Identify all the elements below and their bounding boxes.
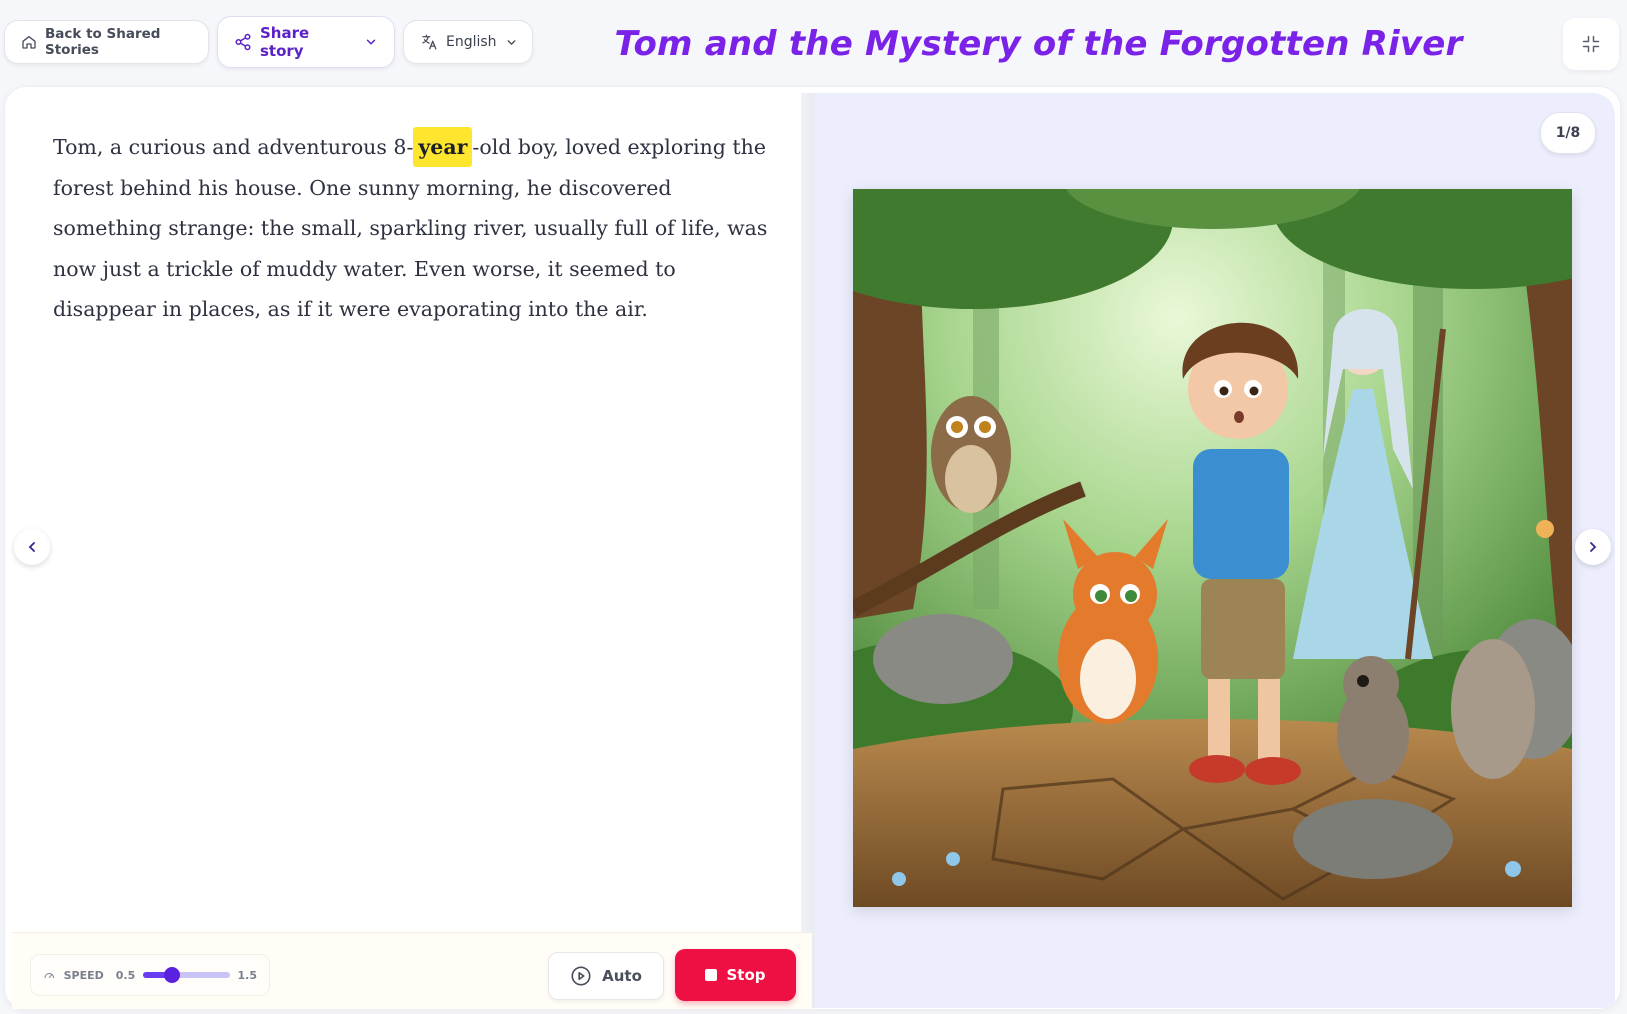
language-label: English (446, 34, 497, 50)
speed-control: SPEED 0.5 1.5 (30, 954, 270, 996)
auto-play-button[interactable]: Auto (548, 952, 664, 1000)
home-icon (22, 36, 36, 49)
chevron-down-icon (366, 39, 376, 45)
speed-label: SPEED (63, 968, 104, 982)
story-text: Tom, a curious and adventurous 8- year -ol… (53, 127, 777, 330)
auto-label: Auto (602, 967, 642, 985)
text-page: Tom, a curious and adventurous 8- year -ol… (5, 87, 805, 1009)
language-select[interactable]: English (403, 20, 533, 64)
stop-button[interactable]: Stop (675, 949, 796, 1001)
previous-page-button[interactable] (14, 529, 50, 565)
back-to-stories-button[interactable]: Back to Shared Stories (4, 20, 209, 64)
share-story-button[interactable]: Share story (217, 16, 395, 68)
back-button-label: Back to Shared Stories (45, 26, 161, 58)
story-illustration (853, 189, 1572, 907)
page-spine (801, 93, 815, 1008)
chevron-left-icon (28, 542, 35, 552)
play-circle-icon (571, 966, 591, 986)
highlighted-word: year (413, 127, 473, 167)
story-text-before: Tom, a curious and adventurous 8- (53, 135, 414, 159)
share-icon (235, 33, 251, 51)
story-title: Tom and the Mystery of the Forgotten Riv… (614, 24, 1463, 64)
page-indicator: 1/8 (1540, 112, 1596, 154)
story-text-after: -old boy, loved exploring the forest beh… (53, 135, 768, 321)
translate-icon (422, 34, 437, 50)
chevron-right-icon (1590, 542, 1597, 552)
speed-slider-thumb[interactable] (163, 967, 180, 983)
stop-label: Stop (726, 966, 766, 984)
gauge-icon (44, 972, 55, 979)
speed-slider[interactable] (143, 967, 230, 983)
share-button-label: Share story (260, 24, 310, 60)
speed-min-label: 0.5 (115, 968, 136, 982)
stop-icon (705, 969, 718, 981)
exit-fullscreen-button[interactable] (1563, 18, 1619, 70)
speed-max-label: 1.5 (237, 968, 258, 982)
collapse-icon (1582, 35, 1600, 53)
chevron-down-icon (507, 39, 515, 45)
next-page-button[interactable] (1575, 529, 1611, 565)
